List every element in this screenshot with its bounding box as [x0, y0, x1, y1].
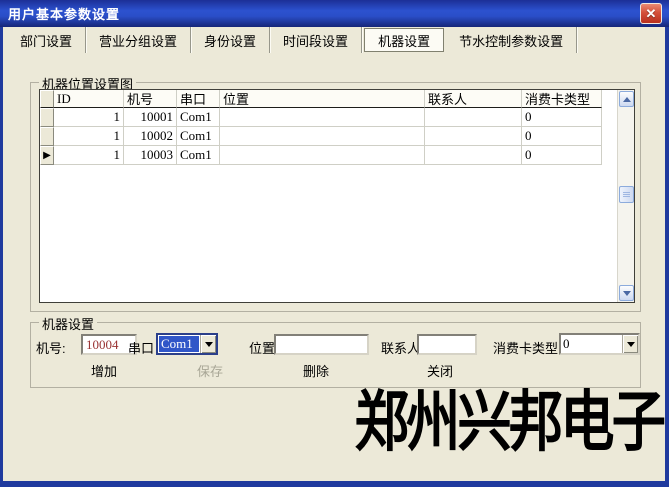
add-button[interactable]: 增加 [91, 361, 117, 380]
machine-table[interactable]: ID 机号 串口 位置 联系人 消费卡类型 1 10001 Com1 0 [39, 89, 635, 303]
row-pointer-icon: ▶ [43, 151, 51, 161]
cell-id[interactable]: 1 [54, 127, 124, 146]
port-combobox[interactable]: Com1 [156, 333, 218, 355]
scroll-up-icon[interactable] [619, 91, 634, 107]
port-label: 串口 [128, 338, 154, 357]
table-header-row: ID 机号 串口 位置 联系人 消费卡类型 [40, 90, 617, 108]
col-header-contact[interactable]: 联系人 [425, 90, 522, 108]
cell-id[interactable]: 1 [54, 146, 124, 165]
cell-machine-no[interactable]: 10002 [124, 127, 177, 146]
tab-bar: 部门设置 营业分组设置 身份设置 时间段设置 机器设置 节水控制参数设置 [3, 27, 665, 53]
col-header-location[interactable]: 位置 [220, 90, 425, 108]
dialog-window: 用户基本参数设置 ✕ 部门设置 营业分组设置 身份设置 时间段设置 机器设置 节… [0, 0, 669, 487]
table-row-selected[interactable]: ▶ 1 10003 Com1 0 [40, 146, 617, 165]
cell-contact[interactable] [425, 127, 522, 146]
selector-header-cell [40, 90, 54, 108]
chevron-down-icon [627, 342, 635, 347]
card-type-dropdown-button[interactable] [622, 335, 638, 353]
location-input[interactable] [274, 334, 369, 355]
cell-card-type[interactable]: 0 [522, 127, 602, 146]
tab-business-group[interactable]: 营业分组设置 [86, 27, 191, 53]
cell-location[interactable] [220, 146, 425, 165]
col-header-card-type[interactable]: 消费卡类型 [522, 90, 602, 108]
chevron-down-icon [205, 342, 213, 347]
vertical-scrollbar[interactable] [617, 90, 634, 302]
machine-no-label: 机号: [36, 338, 66, 357]
row-selector-current[interactable]: ▶ [40, 146, 54, 165]
cell-card-type[interactable]: 0 [522, 108, 602, 127]
card-type-selected-value: 0 [561, 335, 622, 353]
port-dropdown-button[interactable] [200, 335, 216, 353]
scroll-thumb[interactable] [619, 186, 634, 203]
cell-port[interactable]: Com1 [177, 127, 220, 146]
cell-port[interactable]: Com1 [177, 146, 220, 165]
col-header-machine-no[interactable]: 机号 [124, 90, 177, 108]
window-title: 用户基本参数设置 [8, 4, 120, 23]
col-header-port[interactable]: 串口 [177, 90, 220, 108]
contact-label: 联系人 [381, 338, 420, 357]
machine-settings-group: 机器设置 机号: 串口 Com1 位置 联系人 消费卡类型 0 增加 保存 删除… [30, 322, 641, 388]
cell-machine-no[interactable]: 10001 [124, 108, 177, 127]
cell-location[interactable] [220, 108, 425, 127]
tab-time-period[interactable]: 时间段设置 [270, 27, 362, 53]
cell-contact[interactable] [425, 108, 522, 127]
cell-machine-no[interactable]: 10003 [124, 146, 177, 165]
tab-department[interactable]: 部门设置 [7, 27, 86, 53]
card-type-label: 消费卡类型 [493, 338, 558, 357]
save-button[interactable]: 保存 [197, 361, 223, 380]
table-row[interactable]: 1 10002 Com1 0 [40, 127, 617, 146]
scroll-down-icon[interactable] [619, 285, 634, 301]
col-header-id[interactable]: ID [54, 90, 124, 108]
machine-table-body: ID 机号 串口 位置 联系人 消费卡类型 1 10001 Com1 0 [40, 90, 617, 165]
tab-water-saving[interactable]: 节水控制参数设置 [446, 27, 577, 53]
row-selector[interactable] [40, 127, 54, 146]
port-selected-value: Com1 [159, 336, 199, 352]
close-button[interactable]: 关闭 [427, 361, 453, 380]
tab-machine-settings[interactable]: 机器设置 [364, 28, 444, 52]
cell-contact[interactable] [425, 146, 522, 165]
table-row[interactable]: 1 10001 Com1 0 [40, 108, 617, 127]
vendor-watermark: 郑州兴邦电子 [355, 382, 663, 461]
contact-input[interactable] [417, 334, 477, 355]
close-icon[interactable]: ✕ [640, 3, 662, 24]
machine-location-group: 机器位置设置图 ID 机号 串口 位置 联系人 消费卡类型 1 10001 [30, 82, 641, 312]
row-selector[interactable] [40, 108, 54, 127]
card-type-combobox[interactable]: 0 [559, 333, 640, 355]
location-label: 位置 [249, 338, 275, 357]
group-title: 机器设置 [39, 314, 97, 333]
tab-identity[interactable]: 身份设置 [191, 27, 270, 53]
cell-location[interactable] [220, 127, 425, 146]
cell-id[interactable]: 1 [54, 108, 124, 127]
cell-card-type[interactable]: 0 [522, 146, 602, 165]
delete-button[interactable]: 删除 [303, 361, 329, 380]
cell-port[interactable]: Com1 [177, 108, 220, 127]
title-bar[interactable]: 用户基本参数设置 ✕ [0, 0, 669, 27]
